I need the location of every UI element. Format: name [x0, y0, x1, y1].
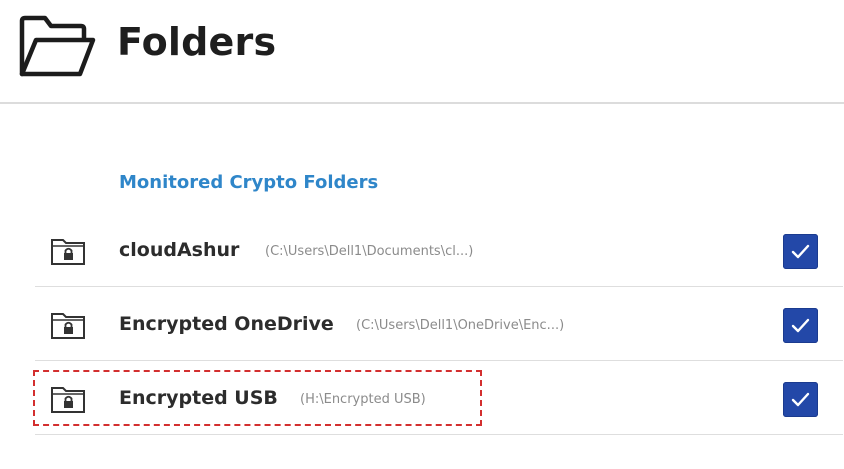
page-header: Folders	[0, 0, 844, 104]
folder-open-icon	[19, 15, 96, 77]
lock-folder-icon	[51, 239, 85, 265]
folder-row[interactable]: cloudAshur (C:\Users\Dell1\Documents\cl.…	[35, 214, 843, 287]
lock-folder-icon	[51, 313, 85, 339]
folder-name: cloudAshur	[119, 239, 240, 261]
monitor-checkbox[interactable]	[783, 234, 818, 269]
checkmark-icon	[791, 392, 810, 407]
monitor-checkbox[interactable]	[783, 382, 818, 417]
page-title: Folders	[117, 20, 277, 64]
folder-path: (C:\Users\Dell1\OneDrive\Enc...)	[356, 318, 565, 333]
checkmark-icon	[791, 244, 810, 259]
highlight-box	[33, 370, 482, 426]
folder-path: (C:\Users\Dell1\Documents\cl...)	[265, 244, 474, 259]
monitor-checkbox[interactable]	[783, 308, 818, 343]
checkmark-icon	[791, 318, 810, 333]
folder-name: Encrypted OneDrive	[119, 313, 334, 335]
folder-row[interactable]: Encrypted OneDrive (C:\Users\Dell1\OneDr…	[35, 288, 843, 361]
folders-page: Folders Monitored Crypto Folders cloudAs…	[0, 0, 844, 469]
section-title: Monitored Crypto Folders	[119, 172, 379, 193]
